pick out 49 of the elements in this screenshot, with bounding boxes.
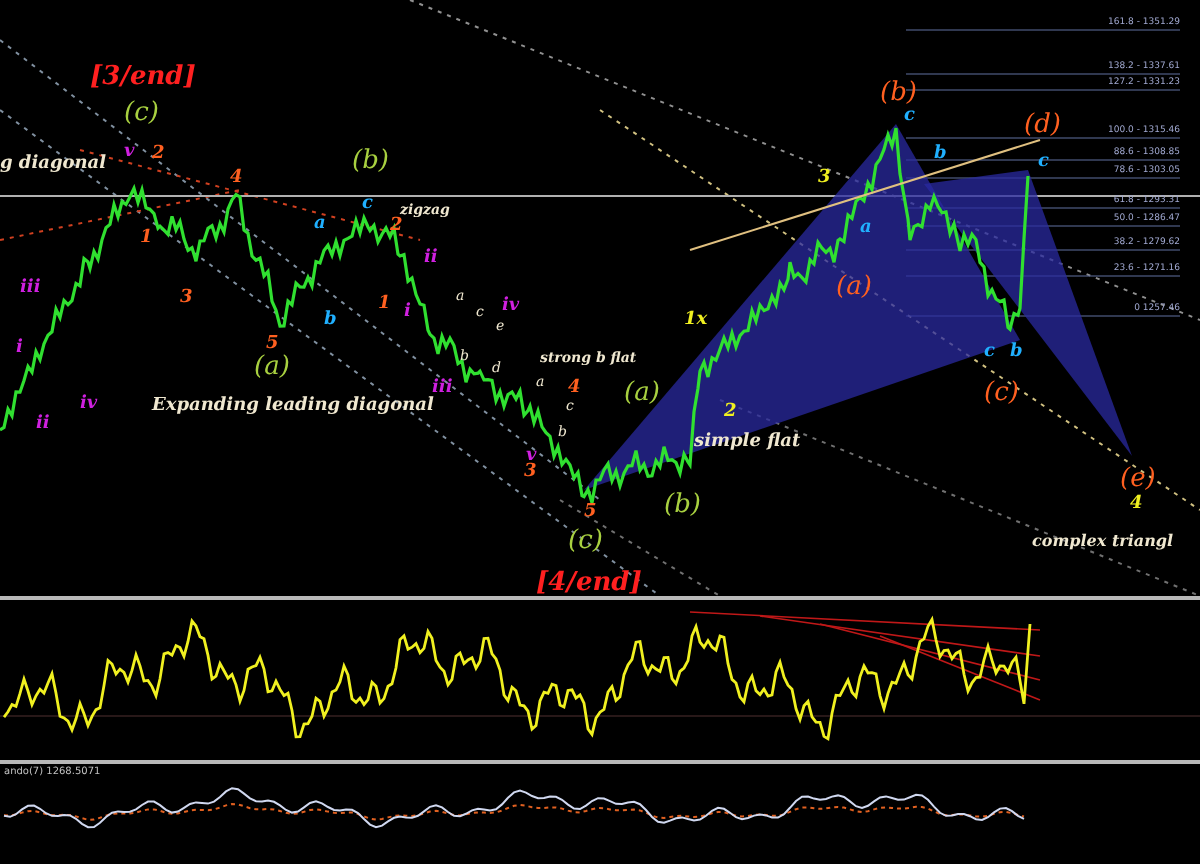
wave-label: c	[362, 196, 373, 214]
wave-label: [4/end]	[536, 570, 642, 596]
wave-label: b	[1010, 344, 1023, 362]
wave-label: [3/end]	[90, 64, 196, 90]
wave-label: 5	[584, 504, 597, 522]
wave-label: (a)	[836, 274, 872, 300]
wave-label: (e)	[1120, 466, 1156, 492]
wave-label: simple flat	[694, 434, 801, 452]
wave-label: Expanding leading diagonal	[152, 398, 434, 416]
wave-label: iv	[502, 298, 520, 316]
wave-label: 3	[818, 170, 831, 188]
wave-label: ii	[424, 250, 438, 268]
wave-label: iii	[20, 280, 41, 298]
wave-label: (c)	[124, 100, 159, 126]
wave-label: ii	[36, 416, 50, 434]
wave-label: i	[404, 304, 411, 322]
wave-label: c	[1038, 154, 1049, 172]
wave-label: (b)	[664, 492, 701, 518]
wave-label: b	[934, 146, 947, 164]
wave-label: 4	[1130, 496, 1143, 514]
wave-label: (d)	[1024, 112, 1061, 138]
wave-label: 4	[230, 170, 243, 188]
wave-label: (b)	[352, 148, 389, 174]
wave-label: (b)	[880, 80, 917, 106]
wave-label: 4	[568, 380, 581, 398]
wave-label: i	[16, 340, 23, 358]
wave-label: a	[314, 216, 326, 234]
wave-label: 2	[390, 218, 403, 236]
wave-label: iii	[432, 380, 453, 398]
wave-label: 3	[524, 464, 537, 482]
wave-label: c	[904, 108, 915, 126]
wave-label: 1	[378, 296, 391, 314]
wave-label: a	[860, 220, 872, 238]
wave-label: 5	[266, 336, 279, 354]
wave-label: 3	[180, 290, 193, 308]
wave-label: (a)	[254, 354, 290, 380]
wave-label: (c)	[568, 528, 603, 554]
wave-label: b	[324, 312, 337, 330]
wave-label: v	[124, 144, 135, 162]
wave-label: (a)	[624, 380, 660, 406]
wave-label: 2	[724, 404, 737, 422]
wave-label: g diagonal	[0, 156, 107, 174]
wave-label: 1x	[684, 312, 708, 330]
wave-label: (c)	[984, 380, 1019, 406]
wave-label: complex triangl	[1032, 532, 1174, 548]
wave-label: 2	[152, 146, 165, 164]
wave-label: 1	[140, 230, 153, 248]
wave-label: c	[984, 344, 995, 362]
wave-label: iv	[80, 396, 98, 414]
